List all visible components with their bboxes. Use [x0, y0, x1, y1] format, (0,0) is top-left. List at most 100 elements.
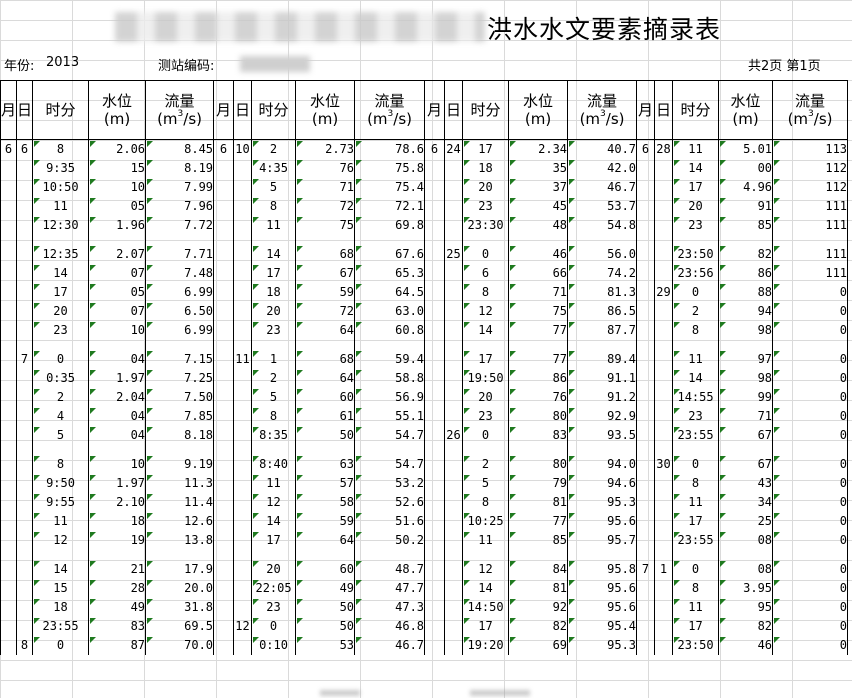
cell-month	[424, 245, 445, 264]
cell-day	[444, 216, 463, 235]
cell-month	[636, 455, 655, 474]
cell-month	[424, 579, 445, 598]
table-row: 8 0 87 70.0 0:10 53 46.7 19:20 69 95.3 23:50 46 0	[0, 636, 849, 655]
cell-month	[213, 369, 234, 388]
cell-time: 9:50	[32, 474, 89, 493]
cell-water-level: 25	[718, 512, 773, 531]
cell-time: 4:35	[251, 159, 296, 178]
cell-flow: 95.4	[567, 617, 637, 636]
cell-day	[444, 455, 463, 474]
cell-day	[444, 321, 463, 340]
cell-month	[0, 407, 17, 426]
cell-water-level: 50	[295, 426, 355, 445]
cell-time: 14:50	[462, 598, 509, 617]
cell-flow: 91.2	[567, 388, 637, 407]
table-row: 9:35 15 8.19 4:35 76 75.8 18 35 42.0 14 00 112	[0, 159, 849, 178]
cell-day: 7	[16, 350, 33, 369]
cell-flow: 0	[772, 388, 849, 407]
cell-water-level: 66	[508, 264, 568, 283]
cell-month	[213, 598, 234, 617]
table-row: 7 0 04 7.15 11 1 68 59.4 17 77 89.4 11 97 0	[0, 350, 849, 369]
cell-water-level: 98	[718, 369, 773, 388]
cell-water-level: 2.06	[88, 139, 146, 159]
cell-time: 8	[672, 474, 719, 493]
cell-day	[16, 617, 33, 636]
cell-time: 17	[462, 617, 509, 636]
cell-flow: 40.7	[567, 139, 637, 159]
station-label: 测站编码:	[158, 59, 215, 74]
cell-time: 22:05	[251, 579, 296, 598]
cell-day	[444, 283, 463, 302]
cell-month	[424, 636, 445, 655]
cell-month	[0, 216, 17, 235]
cell-time: 8	[32, 139, 89, 159]
cell-day	[233, 159, 252, 178]
cell-flow: 70.0	[145, 636, 214, 655]
cell-day	[444, 598, 463, 617]
cell-water-level: 1.97	[88, 369, 146, 388]
cell-water-level: 10	[88, 455, 146, 474]
cell-month	[636, 531, 655, 550]
cell-water-level: 05	[88, 197, 146, 216]
table-row: 23:55 83 69.5 12 0 50 46.8 17 82 95.4 17 82 0	[0, 617, 849, 636]
cell-flow: 95.6	[567, 512, 637, 531]
cell-flow: 8.45	[145, 139, 214, 159]
cell-water-level: 08	[718, 560, 773, 579]
cell-time: 11	[251, 474, 296, 493]
cell-water-level: 76	[508, 388, 568, 407]
cell-time: 20	[462, 178, 509, 197]
cell-time: 8	[672, 579, 719, 598]
cell-water-level: 53	[295, 636, 355, 655]
cell-flow: 58.8	[354, 369, 425, 388]
cell-flow: 0	[772, 321, 849, 340]
header-day: 日	[444, 80, 463, 140]
cell-time: 17	[672, 617, 719, 636]
cell-flow: 48.7	[354, 560, 425, 579]
cell-day: 8	[16, 636, 33, 655]
cell-month	[213, 636, 234, 655]
cell-flow: 9.19	[145, 455, 214, 474]
cell-flow: 0	[772, 636, 849, 655]
cell-month	[636, 598, 655, 617]
cell-flow: 7.99	[145, 178, 214, 197]
cell-water-level: 50	[295, 617, 355, 636]
cell-month	[213, 350, 234, 369]
cell-day	[233, 321, 252, 340]
cell-month	[424, 283, 445, 302]
cell-month	[636, 321, 655, 340]
cell-month	[636, 216, 655, 235]
cell-water-level: 67	[718, 455, 773, 474]
info-bar: 年份: 2013 测站编码: 共2页 第1页	[0, 50, 852, 76]
cell-water-level: 71	[718, 407, 773, 426]
cell-day	[16, 407, 33, 426]
cell-time: 17	[672, 512, 719, 531]
cell-flow: 75.4	[354, 178, 425, 197]
cell-month	[424, 264, 445, 283]
cell-time: 23:56	[672, 264, 719, 283]
cell-flow: 112	[772, 178, 849, 197]
cell-water-level: 58	[295, 493, 355, 512]
cell-month	[0, 283, 17, 302]
table-row: 9:50 1.97 11.3 11 57 53.2 5 79 94.6 8 43 0	[0, 474, 849, 493]
cell-water-level: 63	[295, 455, 355, 474]
cell-day	[444, 636, 463, 655]
cell-day	[233, 216, 252, 235]
cell-water-level: 4.96	[718, 178, 773, 197]
cell-day	[233, 245, 252, 264]
cell-water-level: 48	[508, 216, 568, 235]
cell-day	[233, 178, 252, 197]
cell-day: 12	[233, 617, 252, 636]
cell-water-level: 2.10	[88, 493, 146, 512]
cell-month	[0, 579, 17, 598]
cell-water-level: 59	[295, 512, 355, 531]
cell-time: 5	[32, 426, 89, 445]
cell-month	[213, 302, 234, 321]
cell-day	[444, 302, 463, 321]
cell-month	[0, 178, 17, 197]
cell-flow: 13.8	[145, 531, 214, 550]
cell-day: 26	[444, 426, 463, 445]
cell-water-level: 08	[718, 531, 773, 550]
cell-time: 12	[462, 560, 509, 579]
cell-day	[444, 350, 463, 369]
cell-flow: 11.3	[145, 474, 214, 493]
